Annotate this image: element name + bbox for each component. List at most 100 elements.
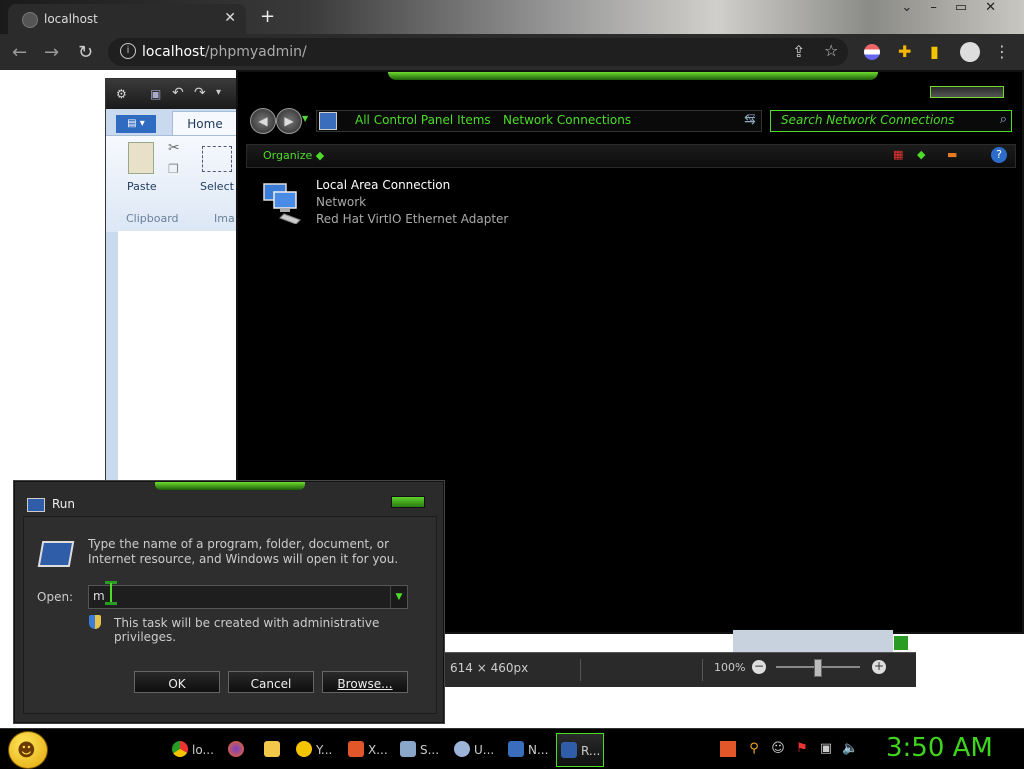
bookmark-star-icon[interactable]: ☆	[824, 41, 838, 60]
browse-button[interactable]: Browse...	[322, 671, 408, 693]
taskbar-item-xampp[interactable]: X...	[344, 733, 388, 765]
text-cursor-icon	[105, 581, 117, 605]
tab-home[interactable]: Home	[172, 111, 238, 136]
explorer-address-bar[interactable]: All Control Panel Items Network Connecti…	[316, 110, 762, 132]
help-icon[interactable]: ?	[991, 147, 1007, 163]
firefox-icon	[228, 741, 244, 757]
organize-menu-button[interactable]: Organize ◆	[263, 149, 324, 162]
clipboard-group-label: Clipboard	[126, 212, 179, 225]
copy-icon[interactable]: ❐	[168, 162, 179, 176]
view-dropdown-icon[interactable]: ◆	[917, 148, 925, 161]
zoom-out-button[interactable]: −	[752, 660, 766, 674]
redo-icon[interactable]: ↷	[194, 85, 206, 101]
paint-app-icon[interactable]: ⚙	[116, 87, 127, 101]
window-controls[interactable]	[930, 86, 1004, 98]
control-panel-icon	[319, 112, 337, 130]
profile-avatar[interactable]	[960, 42, 980, 62]
new-tab-button[interactable]: +	[260, 6, 275, 27]
run-title-icon	[27, 498, 45, 512]
recent-pages-dropdown-icon[interactable]: ▼	[302, 114, 308, 123]
taskbar-item-explorer[interactable]	[260, 733, 286, 765]
run-dialog-body: Type the name of a program, folder, docu…	[23, 516, 437, 714]
taskbar-item-paint[interactable]: U...	[450, 733, 494, 765]
address-bar[interactable]: i localhost/phpmyadmin/ ⇪ ☆	[108, 38, 848, 66]
extension-flag-icon[interactable]	[864, 44, 880, 60]
search-input[interactable]: Search Network Connections ⌕	[770, 110, 1012, 132]
reload-button[interactable]: ↻	[78, 42, 93, 63]
customize-qat-icon[interactable]: ▾	[216, 87, 221, 98]
breadcrumb-network-connections[interactable]: Network Connections	[503, 113, 631, 127]
side-panel-icon[interactable]: ▮	[930, 42, 939, 61]
breadcrumb-all-control-panel-items[interactable]: All Control Panel Items	[355, 113, 491, 127]
browser-tab[interactable]: localhost ✕	[8, 4, 246, 34]
start-button[interactable]: ☻	[8, 731, 48, 769]
paint-icon	[454, 741, 470, 757]
window-controls[interactable]: ⌄–▭✕	[901, 0, 1014, 15]
paint-canvas[interactable]	[118, 231, 241, 489]
paint-file-menu-button[interactable]: ▤ ▾	[116, 115, 156, 133]
run-description: Type the name of a program, folder, docu…	[88, 537, 399, 566]
folder-icon	[264, 741, 280, 757]
close-button[interactable]	[391, 496, 425, 508]
share-icon[interactable]: ⇪	[792, 42, 805, 61]
taskbar-item-y[interactable]: Y...	[292, 733, 336, 765]
taskbar-clock[interactable]: 3:50 AM	[886, 733, 993, 763]
network-icon	[508, 741, 524, 757]
cancel-button[interactable]: Cancel	[228, 671, 314, 693]
close-tab-icon[interactable]: ✕	[224, 10, 236, 26]
taskbar-item-chrome[interactable]: lo...	[168, 733, 214, 765]
cut-icon[interactable]: ✂	[168, 140, 180, 156]
chrome-icon	[172, 741, 188, 757]
paste-button[interactable]: Paste	[127, 180, 157, 193]
smiley-tray-icon[interactable]: ☺	[770, 741, 786, 757]
run-dialog: Run Type the name of a program, folder, …	[14, 481, 444, 723]
url-text[interactable]: localhost/phpmyadmin/	[142, 44, 307, 60]
taskbar-item-services[interactable]: S...	[396, 733, 440, 765]
zoom-slider-thumb[interactable]	[814, 659, 822, 677]
back-button[interactable]: ◀	[250, 108, 276, 134]
browser-tab-title: localhost	[44, 12, 98, 26]
taskbar-item-firefox[interactable]	[224, 733, 250, 765]
forward-button[interactable]: ▶	[276, 108, 302, 134]
paint-ribbon: ✂ ❐ Paste Select Clipboard Ima	[106, 135, 241, 232]
volume-icon[interactable]: 🔈	[842, 741, 858, 757]
undo-icon[interactable]: ↶	[172, 85, 184, 101]
search-tray-icon[interactable]: ⚲	[746, 741, 762, 757]
action-center-flag-icon[interactable]: ⚑	[794, 741, 810, 757]
dialog-glow-bar	[155, 482, 305, 490]
extensions-puzzle-icon[interactable]: ✚	[898, 42, 911, 61]
local-area-connection-item[interactable]: Local Area Connection Network Red Hat Vi…	[260, 178, 660, 234]
open-combobox[interactable]: ▼	[88, 585, 408, 609]
taskbar-item-network-connections[interactable]: N...	[504, 733, 548, 765]
resize-grip-icon[interactable]	[894, 636, 908, 650]
browser-tab-strip: localhost ✕ + ⌄–▭✕	[0, 0, 1024, 34]
paint-status-bar: 614 × 460px 100% − +	[440, 652, 916, 687]
save-icon[interactable]: ▣	[150, 87, 161, 101]
ok-button[interactable]: OK	[134, 671, 220, 693]
select-icon[interactable]	[202, 146, 232, 172]
menu-kebab-icon[interactable]: ⋮	[994, 42, 1010, 61]
browser-toolbar: ← → ↻ i localhost/phpmyadmin/ ⇪ ☆ ✚ ▮ ⋮	[0, 34, 1024, 70]
preview-pane-icon[interactable]: ▬	[947, 148, 957, 161]
xampp-tray-icon[interactable]	[720, 741, 736, 757]
admin-privileges-note: This task will be created with administr…	[114, 616, 380, 644]
view-options-icon[interactable]: ▦	[893, 148, 903, 161]
refresh-icon[interactable]: ⇆	[744, 112, 756, 128]
paste-icon[interactable]	[128, 142, 154, 174]
network-adapter-icon	[263, 183, 301, 224]
forward-button[interactable]: →	[44, 42, 59, 63]
smiley-start-icon: ☻	[17, 740, 36, 761]
services-icon	[400, 741, 416, 757]
open-input[interactable]	[93, 588, 383, 604]
back-button[interactable]: ←	[12, 42, 27, 63]
select-button[interactable]: Select	[200, 180, 234, 193]
zoom-in-button[interactable]: +	[872, 660, 886, 674]
paint-canvas-area	[733, 630, 893, 652]
network-tray-icon[interactable]: ▣	[818, 741, 834, 757]
image-group-label: Ima	[214, 212, 235, 225]
site-info-icon[interactable]: i	[120, 43, 136, 59]
connection-adapter: Red Hat VirtIO Ethernet Adapter	[316, 212, 509, 226]
search-icon[interactable]: ⌕	[1000, 112, 1007, 127]
open-dropdown-icon[interactable]: ▼	[390, 586, 407, 608]
taskbar-item-run[interactable]: R...	[556, 733, 604, 767]
